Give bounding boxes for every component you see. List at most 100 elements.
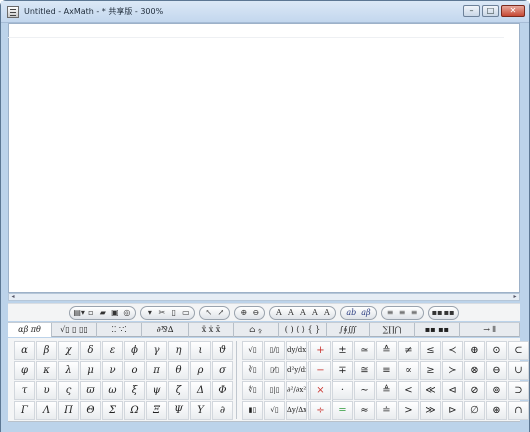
toolbar-button[interactable]: ⊖: [250, 308, 261, 318]
palette-tab[interactable]: ∑∏⋂: [370, 323, 415, 337]
symbol-button[interactable]: ≫: [420, 401, 441, 420]
symbol-button[interactable]: η: [168, 341, 189, 360]
symbol-button[interactable]: √▯: [264, 401, 285, 420]
symbol-button[interactable]: ⊙: [486, 341, 507, 360]
symbol-button[interactable]: ▯/▯: [264, 341, 285, 360]
symbol-button[interactable]: μ: [80, 361, 101, 380]
title-bar[interactable]: Untitled - AxMath - * 共享版 - 300% – □ ✕: [1, 1, 529, 23]
symbol-button[interactable]: ⊛: [486, 401, 507, 420]
symbol-button[interactable]: ε: [102, 341, 123, 360]
symbol-button[interactable]: ⊃: [508, 381, 529, 400]
symbol-button[interactable]: α: [14, 341, 35, 360]
symbol-button[interactable]: ·: [332, 381, 353, 400]
symbol-button[interactable]: ▯|▯: [264, 381, 285, 400]
palette-tab[interactable]: ⌂ ⍚: [234, 323, 279, 337]
symbol-button[interactable]: +: [310, 341, 331, 360]
symbol-button[interactable]: >: [398, 401, 419, 420]
toolbar-button[interactable]: ≡: [397, 308, 408, 318]
symbol-button[interactable]: ≺: [442, 341, 463, 360]
palette-tab[interactable]: √▯ ▯ ▯▯: [52, 323, 97, 337]
symbol-button[interactable]: β: [36, 341, 57, 360]
symbol-button[interactable]: ▯⁄▯: [264, 361, 285, 380]
symbol-button[interactable]: ∛▯: [242, 361, 263, 380]
symbol-button[interactable]: Φ: [212, 381, 233, 400]
toolbar-button[interactable]: ▪▪: [444, 308, 455, 318]
toolbar-button[interactable]: ▯: [168, 308, 179, 318]
palette-tab[interactable]: ∂⅋∆: [142, 323, 189, 337]
symbol-button[interactable]: ≙: [376, 341, 397, 360]
toolbar-button[interactable]: ✂: [156, 308, 167, 318]
symbol-button[interactable]: ≅: [354, 361, 375, 380]
palette-tab[interactable]: ▪▪ ▪▪: [415, 323, 460, 337]
close-button[interactable]: ✕: [501, 5, 525, 17]
symbol-button[interactable]: ≪: [420, 381, 441, 400]
symbol-button[interactable]: Ψ: [168, 401, 189, 420]
toolbar-button[interactable]: A: [273, 308, 284, 318]
symbol-button[interactable]: π: [146, 361, 167, 380]
symbol-button[interactable]: φ: [14, 361, 35, 380]
symbol-button[interactable]: ≈: [354, 401, 375, 420]
symbol-button[interactable]: ξ: [124, 381, 145, 400]
symbol-button[interactable]: −: [310, 361, 331, 380]
toolbar-button[interactable]: A: [297, 308, 308, 318]
symbol-button[interactable]: ⊘: [464, 381, 485, 400]
toolbar-button[interactable]: A: [285, 308, 296, 318]
symbol-button[interactable]: ÷: [310, 401, 331, 420]
symbol-button[interactable]: ζ: [168, 381, 189, 400]
symbol-button[interactable]: ⊕: [464, 341, 485, 360]
symbol-button[interactable]: θ: [168, 361, 189, 380]
toolbar-button[interactable]: ≡: [409, 308, 420, 318]
symbol-button[interactable]: ▮▯: [242, 401, 263, 420]
palette-tab[interactable]: → ⫴: [460, 323, 520, 337]
palette-tab[interactable]: ẍ ẋ x̄: [189, 323, 234, 337]
symbol-button[interactable]: ϑ: [212, 341, 233, 360]
symbol-button[interactable]: ±: [332, 341, 353, 360]
symbol-button[interactable]: =: [332, 401, 353, 420]
toolbar-button[interactable]: ▭: [180, 308, 191, 318]
symbol-button[interactable]: ω: [102, 381, 123, 400]
toolbar-button[interactable]: A: [321, 308, 332, 318]
symbol-button[interactable]: ×: [310, 381, 331, 400]
symbol-button[interactable]: Π: [58, 401, 79, 420]
palette-tab[interactable]: ∫∮∭: [327, 323, 370, 337]
symbol-button[interactable]: √▯: [242, 341, 263, 360]
symbol-button[interactable]: ∜▯: [242, 381, 263, 400]
symbol-button[interactable]: ≻: [442, 361, 463, 380]
symbol-button[interactable]: χ: [58, 341, 79, 360]
palette-tab[interactable]: αβ πθ: [8, 323, 52, 337]
symbol-button[interactable]: ο: [124, 361, 145, 380]
symbol-button[interactable]: <: [398, 381, 419, 400]
symbol-button[interactable]: ϖ: [80, 381, 101, 400]
symbol-button[interactable]: ι: [190, 341, 211, 360]
symbol-button[interactable]: ψ: [146, 381, 167, 400]
maximize-button[interactable]: □: [482, 5, 499, 17]
symbol-button[interactable]: ⊲: [442, 381, 463, 400]
symbol-button[interactable]: λ: [58, 361, 79, 380]
minimize-button[interactable]: –: [463, 5, 480, 17]
symbol-button[interactable]: ≡: [376, 361, 397, 380]
symbol-button[interactable]: ϕ: [124, 341, 145, 360]
horizontal-scrollbar[interactable]: ◂ ▸: [8, 293, 520, 301]
toolbar-button[interactable]: ⊕: [238, 308, 249, 318]
symbol-button[interactable]: ≐: [376, 401, 397, 420]
symbol-button[interactable]: ≤: [420, 341, 441, 360]
symbol-button[interactable]: ⊚: [486, 381, 507, 400]
symbol-button[interactable]: ≃: [354, 341, 375, 360]
symbol-button[interactable]: ∪: [508, 361, 529, 380]
symbol-button[interactable]: κ: [36, 361, 57, 380]
symbol-button[interactable]: σ: [212, 361, 233, 380]
symbol-button[interactable]: Δ: [190, 381, 211, 400]
symbol-button[interactable]: ⊳: [442, 401, 463, 420]
toolbar-button[interactable]: ▫: [85, 308, 96, 318]
toolbar-button[interactable]: ▤▾: [73, 308, 85, 318]
toolbar-button[interactable]: ≡: [385, 308, 396, 318]
symbol-button[interactable]: ⊗: [464, 361, 485, 380]
toolbar-button[interactable]: ◎: [121, 308, 132, 318]
symbol-button[interactable]: ⊖: [486, 361, 507, 380]
symbol-button[interactable]: d²y/dx²: [286, 361, 307, 380]
symbol-button[interactable]: Υ: [190, 401, 211, 420]
symbol-button[interactable]: τ: [14, 381, 35, 400]
symbol-button[interactable]: ∓: [332, 361, 353, 380]
scroll-right-icon[interactable]: ▸: [511, 294, 519, 300]
symbol-button[interactable]: ∼: [354, 381, 375, 400]
